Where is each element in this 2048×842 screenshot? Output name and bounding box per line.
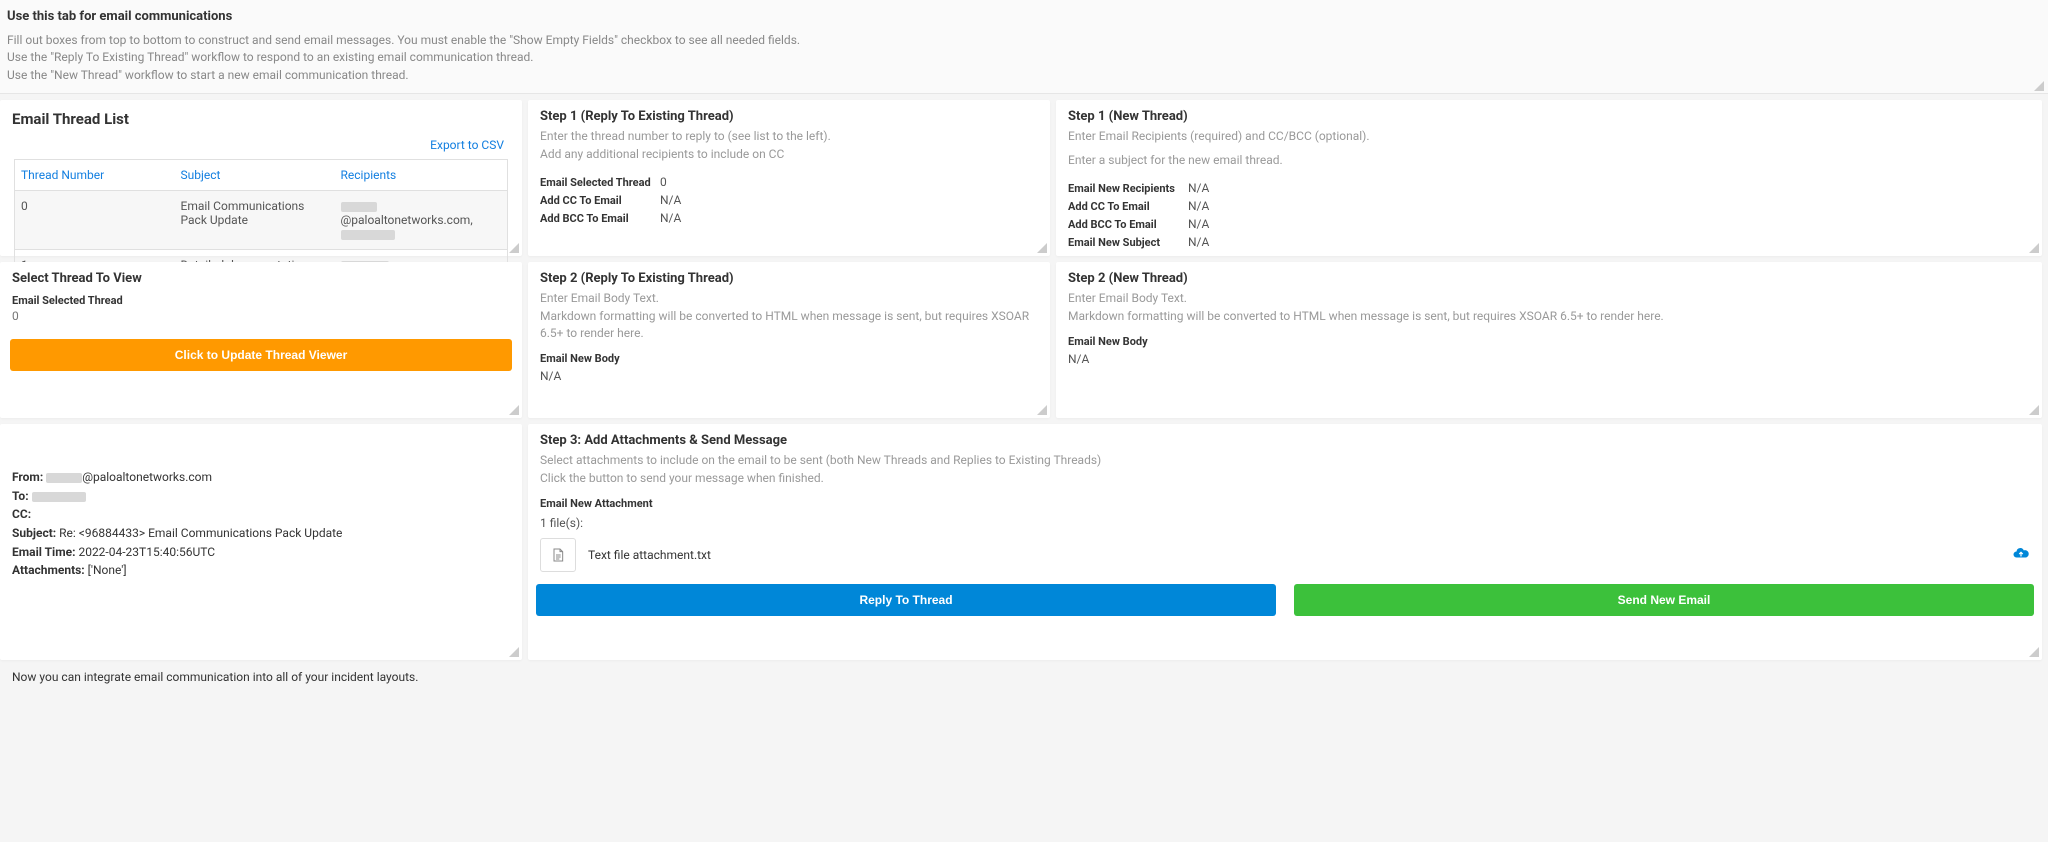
field-selected-thread[interactable]: Email Selected Thread0 (540, 173, 1038, 191)
step1-reply-desc: Enter the thread number to reply to (see… (528, 128, 1050, 173)
resize-handle-icon[interactable] (509, 243, 519, 253)
email-thread-list-title: Email Thread List (0, 100, 522, 134)
detail-subject: Subject: Re: <96884433> Email Communicat… (12, 524, 510, 543)
redacted-text (32, 492, 86, 502)
intro-panel: Use this tab for email communications Fi… (0, 0, 2048, 94)
select-thread-label: Email Selected Thread (0, 290, 522, 309)
attachment-filename: Text file attachment.txt (588, 548, 2012, 562)
col-subject[interactable]: Subject (175, 160, 335, 191)
detail-from: From: @paloaltonetworks.com (12, 468, 510, 487)
file-icon (540, 538, 576, 572)
col-thread-number[interactable]: Thread Number (15, 160, 175, 191)
email-thread-list-panel: Email Thread List Export to CSV Thread N… (0, 100, 522, 256)
select-thread-panel: Select Thread To View Email Selected Thr… (0, 262, 522, 418)
select-thread-title: Select Thread To View (0, 262, 522, 290)
resize-handle-icon[interactable] (1037, 243, 1047, 253)
step2-new-title: Step 2 (New Thread) (1056, 262, 2042, 290)
send-new-email-button[interactable]: Send New Email (1294, 584, 2034, 616)
attachment-row[interactable]: Text file attachment.txt (540, 538, 2030, 572)
step1-new-desc: Enter Email Recipients (required) and CC… (1056, 128, 2042, 179)
reply-to-thread-button[interactable]: Reply To Thread (536, 584, 1276, 616)
email-new-body-label-2: Email New Body (1056, 335, 2042, 350)
step1-reply-panel: Step 1 (Reply To Existing Thread) Enter … (528, 100, 1050, 256)
step1-new-title: Step 1 (New Thread) (1056, 100, 2042, 128)
detail-to: To: (12, 487, 510, 506)
email-new-attachment-label: Email New Attachment (528, 497, 2042, 512)
resize-handle-icon[interactable] (2029, 243, 2039, 253)
export-csv-link[interactable]: Export to CSV (430, 138, 504, 152)
cloud-upload-icon[interactable] (2012, 544, 2030, 566)
redacted-text (341, 230, 395, 240)
intro-desc: Fill out boxes from top to bottom to con… (7, 32, 2041, 84)
field-new-subject[interactable]: Email New SubjectN/A (1068, 233, 2030, 251)
step2-new-desc: Enter Email Body Text. Markdown formatti… (1056, 290, 2042, 335)
resize-handle-icon[interactable] (2029, 405, 2039, 415)
resize-handle-icon[interactable] (1037, 405, 1047, 415)
intro-title: Use this tab for email communications (7, 9, 2041, 24)
thread-detail-panel: From: @paloaltonetworks.com To: CC: Subj… (0, 424, 522, 660)
resize-handle-icon[interactable] (509, 647, 519, 657)
field-new-cc[interactable]: Add CC To EmailN/A (1068, 197, 2030, 215)
field-new-recipients[interactable]: Email New RecipientsN/A (1068, 179, 2030, 197)
resize-handle-icon[interactable] (2034, 81, 2044, 91)
resize-handle-icon[interactable] (509, 405, 519, 415)
step3-title: Step 3: Add Attachments & Send Message (528, 424, 2042, 452)
field-add-cc[interactable]: Add CC To EmailN/A (540, 191, 1038, 209)
resize-handle-icon[interactable] (2029, 647, 2039, 657)
field-add-bcc[interactable]: Add BCC To EmailN/A (540, 209, 1038, 227)
col-recipients[interactable]: Recipients (335, 160, 508, 191)
step1-reply-title: Step 1 (Reply To Existing Thread) (528, 100, 1050, 128)
step2-new-panel: Step 2 (New Thread) Enter Email Body Tex… (1056, 262, 2042, 418)
email-new-body-value-2[interactable]: N/A (1056, 350, 2042, 436)
detail-time: Email Time: 2022-04-23T15:40:56UTC (12, 543, 510, 562)
step2-reply-panel: Step 2 (Reply To Existing Thread) Enter … (528, 262, 1050, 418)
step1-new-panel: Step 1 (New Thread) Enter Email Recipien… (1056, 100, 2042, 256)
update-thread-viewer-button[interactable]: Click to Update Thread Viewer (10, 339, 512, 371)
file-count: 1 file(s): (532, 512, 2038, 534)
step3-panel: Step 3: Add Attachments & Send Message S… (528, 424, 2042, 660)
step2-reply-desc: Enter Email Body Text. Markdown formatti… (528, 290, 1050, 352)
detail-body: Now you can integrate email communicatio… (0, 654, 522, 714)
detail-cc: CC: (12, 505, 510, 524)
email-new-body-label: Email New Body (528, 352, 1050, 367)
redacted-text (341, 202, 377, 212)
step3-desc: Select attachments to include on the ema… (528, 452, 2042, 497)
table-row[interactable]: 0 Email Communications Pack Update @palo… (15, 191, 508, 250)
redacted-text (46, 473, 82, 483)
field-new-bcc[interactable]: Add BCC To EmailN/A (1068, 215, 2030, 233)
step2-reply-title: Step 2 (Reply To Existing Thread) (528, 262, 1050, 290)
detail-attachments: Attachments: ['None'] (12, 561, 510, 580)
select-thread-value[interactable]: 0 (0, 309, 522, 333)
